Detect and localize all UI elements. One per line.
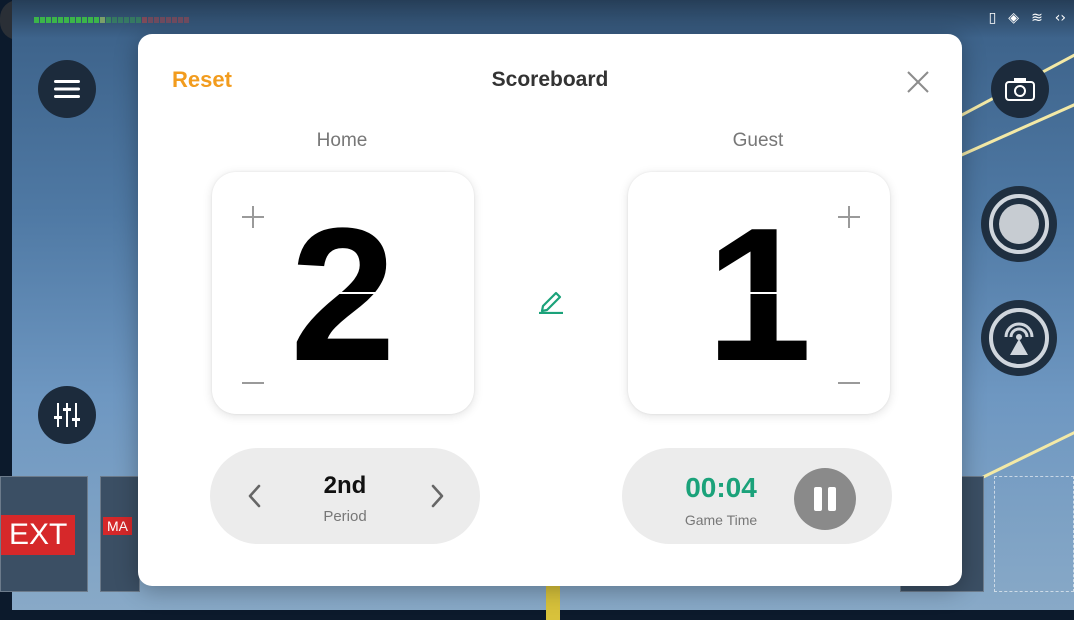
- add-scene-slot[interactable]: [994, 476, 1074, 592]
- guest-score: 1: [706, 189, 812, 401]
- live-broadcast-icon: [989, 308, 1049, 368]
- flip-divider: [212, 292, 474, 294]
- mixer-sliders-icon: [54, 403, 80, 427]
- next-period-button[interactable]: [422, 478, 452, 514]
- home-team-label: Home: [316, 130, 368, 151]
- close-button[interactable]: [904, 68, 932, 96]
- game-timer: 00:04 Game Time: [622, 448, 892, 544]
- edit-teams-button[interactable]: [536, 288, 566, 315]
- record-button[interactable]: [981, 186, 1057, 262]
- home-score-card: 2: [212, 172, 474, 414]
- text-overlay-label: EXT: [1, 515, 76, 555]
- status-bar: ▯ ◈ ≋ ‹›: [12, 0, 1074, 38]
- audio-level-meter: [34, 17, 189, 23]
- chevron-right-icon: [431, 484, 444, 508]
- pencil-icon: [539, 291, 563, 315]
- pause-timer-button[interactable]: [794, 468, 856, 530]
- dialog-title: Scoreboard: [491, 68, 609, 91]
- scoreboard-dialog: Reset Scoreboard Home Guest 2 1 2nd Peri…: [138, 34, 962, 586]
- game-time-value: 00:04: [685, 472, 757, 503]
- link-icon: ‹›: [1054, 10, 1066, 26]
- system-status-icons: ▯ ◈ ≋ ‹›: [989, 10, 1066, 26]
- guest-score-card: 1: [628, 172, 890, 414]
- live-stream-button[interactable]: [981, 300, 1057, 376]
- record-icon: [989, 194, 1049, 254]
- guest-decrement-button[interactable]: [834, 368, 864, 398]
- hamburger-icon: [54, 80, 80, 98]
- audio-mixer-button[interactable]: [38, 386, 96, 444]
- camera-icon: [1005, 78, 1035, 101]
- sd-card-icon: ▯: [988, 10, 997, 26]
- game-time-label: Game Time: [684, 512, 758, 528]
- menu-button[interactable]: [38, 60, 96, 118]
- scene-thumbnail[interactable]: MA: [100, 476, 140, 592]
- close-icon: [907, 71, 929, 93]
- home-score: 2: [290, 189, 396, 401]
- scene-thumbnail[interactable]: EXT: [0, 476, 88, 592]
- home-decrement-button[interactable]: [238, 368, 268, 398]
- snapshot-button[interactable]: [991, 60, 1049, 118]
- background-pole: [546, 580, 560, 620]
- battery-icon: ◈: [1008, 10, 1020, 26]
- lower-third-label: MA: [103, 517, 132, 535]
- flip-divider: [628, 292, 890, 294]
- wifi-icon: ≋: [1031, 10, 1043, 26]
- guest-team-label: Guest: [732, 130, 784, 151]
- period-selector: 2nd Period: [210, 448, 480, 544]
